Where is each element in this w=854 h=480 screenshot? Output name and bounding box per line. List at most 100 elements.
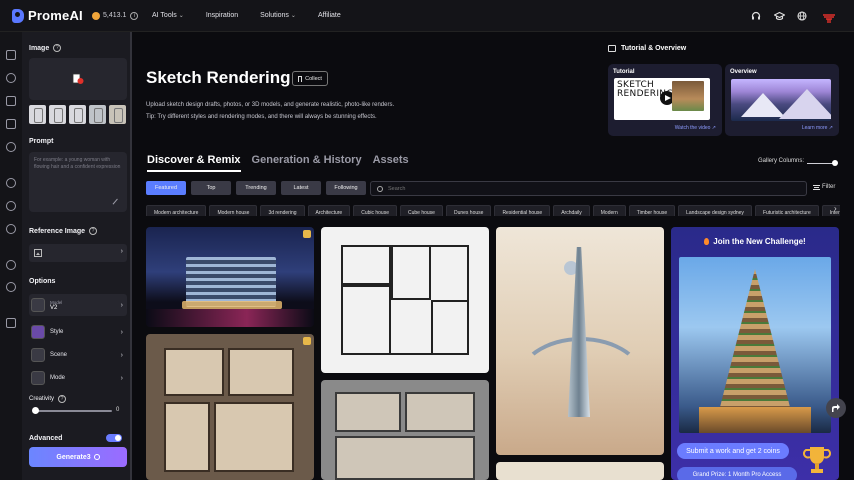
mode-selector[interactable]: Mode › (29, 368, 127, 388)
tag-chip[interactable]: Modern (592, 205, 626, 216)
lightbulb-icon[interactable] (6, 142, 16, 152)
graduation-cap-icon[interactable] (773, 10, 785, 22)
tag-chip[interactable]: Futuristic architecture (754, 205, 819, 216)
info-icon[interactable]: i (130, 11, 139, 20)
tag-chip[interactable]: Architecture (307, 205, 351, 216)
home-icon[interactable] (6, 50, 16, 60)
overview-card[interactable]: Overview Learn more ↗ (725, 64, 839, 136)
model-title: Model (50, 299, 63, 305)
advanced-toggle[interactable] (106, 434, 122, 442)
chevron-right-icon: › (120, 248, 123, 255)
chevron-right-icon[interactable]: › (834, 204, 837, 213)
help-icon[interactable]: ? (58, 395, 67, 403)
tag-chip[interactable]: Archdaily (553, 205, 590, 216)
gallery-columns-slider[interactable] (807, 163, 835, 164)
gallery-columns-handle[interactable] (832, 160, 838, 166)
creativity-slider-handle[interactable] (32, 407, 39, 414)
nav-affiliate[interactable]: Affiliate (318, 12, 341, 19)
sample-thumbnail[interactable] (109, 105, 126, 124)
gallery-card[interactable] (321, 227, 489, 373)
share-button[interactable] (826, 398, 846, 418)
headset-icon[interactable] (750, 10, 762, 22)
gallery-card[interactable] (321, 380, 489, 480)
bell-icon[interactable] (6, 224, 16, 234)
avatar[interactable] (822, 11, 836, 23)
compass-icon[interactable] (6, 178, 16, 188)
share-icon (832, 404, 840, 412)
tag-chip[interactable]: Interior mode (821, 205, 840, 216)
explore-icon[interactable] (6, 73, 16, 83)
help-icon[interactable]: ? (53, 44, 62, 52)
image-label: Image? (29, 44, 62, 52)
mode-thumbnail (31, 371, 45, 385)
tab-discover-remix[interactable]: Discover & Remix (147, 154, 241, 172)
learn-more-link[interactable]: Learn more ↗ (802, 125, 833, 131)
tag-chip[interactable]: Modern house (209, 205, 258, 216)
coin-balance[interactable]: 5,413.1 i (92, 11, 152, 20)
filter-button[interactable]: Filter (813, 184, 835, 190)
filter-following[interactable]: Following (326, 181, 366, 195)
image-upload-box[interactable] (29, 58, 127, 100)
challenge-title: Join the New Challenge! (671, 237, 839, 246)
tag-chip[interactable]: Modern architecture (146, 205, 207, 216)
nav-ai-tools[interactable]: AI Tools ⌄ (152, 12, 184, 19)
sample-thumbnail[interactable] (89, 105, 106, 124)
gallery-card[interactable] (146, 334, 314, 480)
sample-thumbnail[interactable] (49, 105, 66, 124)
watch-video-link[interactable]: Watch the video ↗ (675, 125, 716, 131)
tab-generation-history[interactable]: Generation & History (252, 154, 362, 172)
reference-image-selector[interactable]: › (29, 244, 127, 262)
chevron-right-icon: › (120, 351, 123, 359)
gift-icon[interactable] (6, 318, 16, 328)
filter-icon (813, 184, 820, 190)
model-selector[interactable]: Model V2 › (29, 294, 127, 316)
generate-button[interactable]: Generate3 (29, 447, 127, 467)
scene-selector[interactable]: Scene › (29, 345, 127, 365)
sample-thumbnail[interactable] (29, 105, 46, 124)
user-icon[interactable] (6, 260, 16, 270)
nav-solutions[interactable]: Solutions ⌄ (260, 12, 296, 19)
tag-chip[interactable]: Cube house (400, 205, 443, 216)
gallery-card[interactable] (496, 462, 664, 480)
tag-chip[interactable]: Dunes house (445, 205, 492, 216)
tag-chip[interactable]: Timber house (628, 205, 676, 216)
scene-thumbnail (31, 348, 45, 362)
target-icon[interactable] (6, 201, 16, 211)
tag-chip[interactable]: Residential house (494, 205, 551, 216)
logo[interactable]: PromeAI (12, 8, 92, 23)
challenge-card[interactable]: Join the New Challenge! Submit a work an… (671, 227, 839, 480)
gallery-tabs: Discover & Remix Generation & History As… (147, 154, 420, 172)
tutorial-card[interactable]: Tutorial SKETCH RENDERING Watch the video… (608, 64, 722, 136)
sample-thumbnails (29, 105, 129, 124)
chevron-right-icon: › (120, 301, 123, 309)
prompt-input[interactable]: For example: a young woman with flowing … (29, 152, 127, 212)
model-thumbnail (31, 298, 45, 312)
tag-chip[interactable]: Landscape design sydney (678, 205, 752, 216)
team-icon[interactable] (6, 282, 16, 292)
help-icon[interactable]: ? (89, 227, 98, 235)
sample-thumbnail[interactable] (69, 105, 86, 124)
cube-icon[interactable] (6, 96, 16, 106)
filter-latest[interactable]: Latest (281, 181, 321, 195)
submit-work-button[interactable]: Submit a work and get 2 coins (677, 443, 789, 459)
magic-wand-icon[interactable] (112, 198, 123, 209)
fire-icon (704, 238, 710, 245)
chevron-down-icon: ⌄ (290, 13, 296, 19)
search-input[interactable] (388, 185, 768, 192)
gallery-card[interactable] (146, 227, 314, 327)
filter-trending[interactable]: Trending (236, 181, 276, 195)
nav-inspiration[interactable]: Inspiration (206, 12, 238, 19)
filter-featured[interactable]: Featured (146, 181, 186, 195)
gallery-card[interactable] (496, 227, 664, 455)
tag-chip[interactable]: 3d rendering (260, 205, 305, 216)
icon-rail (0, 32, 22, 480)
image-icon[interactable] (6, 119, 16, 129)
filter-top[interactable]: Top (191, 181, 231, 195)
collect-button[interactable]: Collect (292, 71, 328, 86)
tag-chip[interactable]: Cubic house (353, 205, 397, 216)
upload-icon (72, 73, 84, 84)
globe-icon[interactable] (796, 10, 808, 22)
style-selector[interactable]: Style › (29, 322, 127, 342)
creativity-slider[interactable] (34, 410, 112, 412)
tab-assets[interactable]: Assets (373, 154, 409, 172)
